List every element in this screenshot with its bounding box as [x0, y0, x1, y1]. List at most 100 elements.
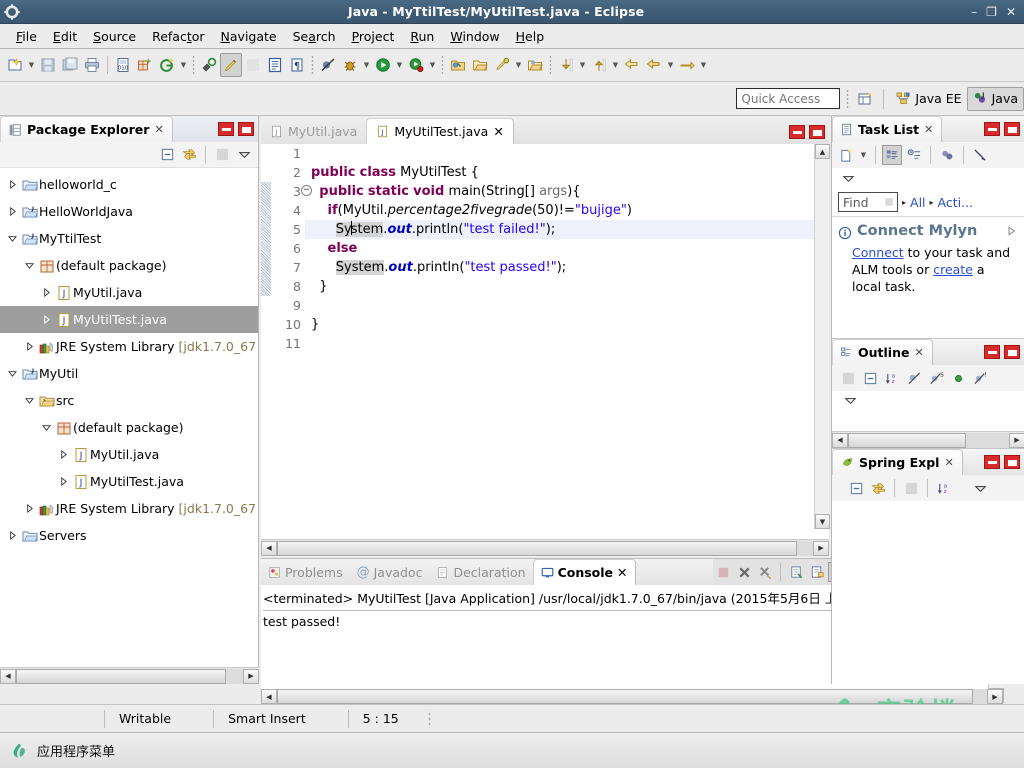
- code-line-4[interactable]: if(MyUtil.percentage2fivegrade(50)!="buj…: [305, 201, 829, 220]
- chevron-right-icon[interactable]: [38, 315, 54, 324]
- new-task-arrow[interactable]: ▼: [858, 143, 869, 167]
- menu-edit[interactable]: Edit: [45, 26, 85, 47]
- new-wizard-icon[interactable]: [4, 53, 26, 77]
- filter-active-arrow[interactable]: ▸: [930, 198, 934, 207]
- tab-declaration[interactable]: Declaration: [429, 559, 532, 585]
- chevron-right-icon[interactable]: [55, 450, 71, 459]
- restore-button[interactable]: ❐: [986, 6, 997, 18]
- console-scroll-left-button[interactable]: ◀: [261, 689, 277, 704]
- console-hscrollbar[interactable]: ◀ ▶: [261, 689, 1003, 704]
- chevron-right-icon[interactable]: [4, 207, 20, 216]
- tree-item-src[interactable]: src: [0, 387, 258, 414]
- minimize-editor-button[interactable]: [789, 125, 805, 139]
- minimize-task-list-button[interactable]: [984, 122, 1000, 136]
- open-perspective-icon[interactable]: [524, 53, 546, 77]
- toggle-numbers-icon[interactable]: 010: [112, 53, 134, 77]
- tree-item-default-package[interactable]: (default package): [0, 414, 258, 441]
- new-annotation-arrow[interactable]: ▼: [178, 53, 189, 77]
- chevron-right-icon[interactable]: [55, 477, 71, 486]
- new-java-package-icon[interactable]: [134, 53, 156, 77]
- mark-occurrences-icon[interactable]: ¶: [286, 53, 308, 77]
- close-icon[interactable]: ✕: [944, 456, 953, 469]
- tab-package-explorer[interactable]: Package Explorer ✕: [0, 116, 173, 142]
- tab-outline[interactable]: Outline ✕: [832, 339, 933, 365]
- close-icon[interactable]: ✕: [154, 123, 163, 136]
- menu-help[interactable]: Help: [508, 26, 553, 47]
- maximize-outline-button[interactable]: [1004, 345, 1020, 359]
- minimize-outline-button[interactable]: [984, 345, 1000, 359]
- create-link[interactable]: create: [933, 262, 973, 277]
- filter-active[interactable]: Acti...: [938, 195, 974, 210]
- scroll-left-button[interactable]: ◀: [0, 668, 16, 684]
- run-arrow[interactable]: ▼: [394, 53, 405, 77]
- run-external-arrow[interactable]: ▼: [427, 53, 438, 77]
- remove-all-terminated-icon[interactable]: [755, 562, 775, 582]
- back-history-icon[interactable]: [621, 53, 643, 77]
- code-line-8[interactable]: }: [305, 277, 829, 296]
- tree-item-default-package[interactable]: (default package): [0, 252, 258, 279]
- code-line-10[interactable]: }: [305, 315, 829, 334]
- chevron-right-icon[interactable]: [4, 531, 20, 540]
- code-text[interactable]: public class MyUtilTest { public static …: [305, 144, 829, 529]
- folding-ruler[interactable]: [261, 144, 271, 529]
- find-input[interactable]: Find: [838, 192, 898, 212]
- tab-problems[interactable]: Problems: [261, 559, 350, 585]
- next-annotation-arrow[interactable]: ▼: [577, 53, 588, 77]
- close-button[interactable]: ✕: [1006, 6, 1016, 18]
- new-annotation-icon[interactable]: [156, 53, 178, 77]
- package-explorer-hscrollbar[interactable]: ◀ ▶: [0, 667, 259, 684]
- run-icon[interactable]: [372, 53, 394, 77]
- outline-hscroll-track[interactable]: [848, 432, 1009, 448]
- chevron-down-icon[interactable]: [38, 423, 54, 432]
- link-icon[interactable]: [491, 53, 513, 77]
- editor-scroll-right-button[interactable]: ▶: [813, 540, 829, 556]
- save-all-icon[interactable]: [59, 53, 81, 77]
- editor-tab-myutil[interactable]: J MyUtil.java: [261, 119, 366, 144]
- chevron-right-icon[interactable]: [21, 342, 37, 351]
- tree-item-myutiltest-java[interactable]: J MyUtilTest.java: [0, 468, 258, 495]
- open-folder-icon[interactable]: [469, 53, 491, 77]
- collapse-all-icon[interactable]: [157, 145, 177, 165]
- perspective-java-ee[interactable]: Java EE: [891, 87, 966, 111]
- menu-project[interactable]: Project: [344, 26, 403, 47]
- chevron-down-icon[interactable]: [4, 369, 20, 378]
- focus-on-active-task-icon[interactable]: [901, 478, 921, 498]
- collapse-all-icon[interactable]: [846, 478, 866, 498]
- minimize-view-button[interactable]: [218, 122, 234, 136]
- print-icon[interactable]: [81, 53, 103, 77]
- console-scroll-right-button[interactable]: ▶: [987, 689, 1003, 704]
- chevron-right-icon[interactable]: [38, 288, 54, 297]
- menu-source[interactable]: Source: [85, 26, 144, 47]
- link-with-editor-icon[interactable]: [868, 478, 888, 498]
- code-line-5[interactable]: System.out.println("test failed!");: [305, 220, 829, 239]
- console-hscroll-track[interactable]: [277, 689, 987, 704]
- outline-scroll-left-button[interactable]: ◀: [832, 432, 848, 448]
- code-line-6[interactable]: else: [305, 239, 829, 258]
- tree-item-helloworldjava[interactable]: HelloWorldJava: [0, 198, 258, 225]
- maximize-view-button[interactable]: [238, 122, 254, 136]
- collapse-all-icon[interactable]: [860, 368, 880, 388]
- tree-item-myutiltest-java[interactable]: J MyUtilTest.java: [0, 306, 258, 333]
- scroll-lock-icon[interactable]: [807, 562, 827, 582]
- toolbar-grip[interactable]: [844, 87, 851, 110]
- previous-annotation-arrow[interactable]: ▼: [610, 53, 621, 77]
- tree-item-jre-system-library[interactable]: JRE System Library [jdk1.7.0_67: [0, 333, 258, 360]
- open-type-icon[interactable]: [198, 53, 220, 77]
- maximize-editor-button[interactable]: [809, 125, 825, 139]
- hscroll-thumb[interactable]: [16, 668, 226, 684]
- forward-arrow[interactable]: ▼: [665, 53, 676, 77]
- code-line-2[interactable]: public class MyUtilTest {: [305, 163, 829, 182]
- outline-hscroll-thumb[interactable]: [848, 432, 966, 448]
- chevron-right-icon[interactable]: [4, 180, 20, 189]
- new-package-explorer-icon[interactable]: [447, 53, 469, 77]
- focus-on-active-task-icon[interactable]: [838, 368, 858, 388]
- hide-public-icon[interactable]: [948, 368, 968, 388]
- connect-link[interactable]: Connect: [852, 245, 904, 260]
- package-explorer-tree[interactable]: helloworld_c HelloWorldJava MyTtilTest (def…: [0, 168, 258, 628]
- dismiss-notice-icon[interactable]: [1006, 225, 1018, 237]
- skip-breakpoints-icon[interactable]: [317, 53, 339, 77]
- minimize-button[interactable]: –: [971, 6, 977, 18]
- build-icon[interactable]: [220, 53, 242, 77]
- search-icon[interactable]: [242, 53, 264, 77]
- code-editor[interactable]: 1 2 3− 4 5 6 7 8 9 10 11 public class My…: [261, 144, 830, 529]
